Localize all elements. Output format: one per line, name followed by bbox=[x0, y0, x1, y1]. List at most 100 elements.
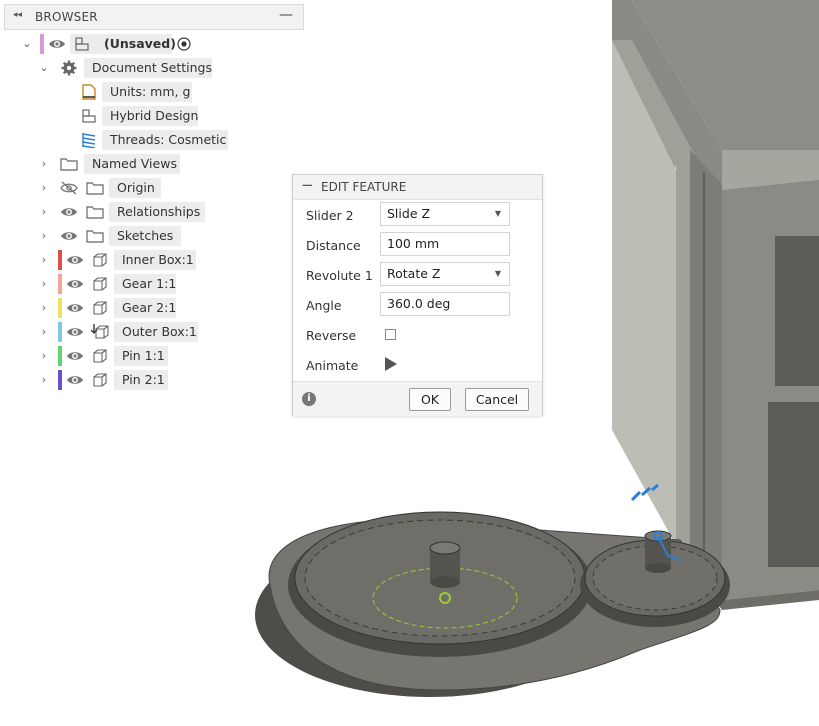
component-icon bbox=[93, 301, 107, 315]
tree-label-document-settings: Document Settings bbox=[84, 58, 212, 78]
tree-label-gear-2: Gear 2:1 bbox=[114, 298, 176, 318]
hybrid-design-icon bbox=[82, 109, 96, 123]
component-icon bbox=[93, 349, 107, 363]
eye-icon[interactable] bbox=[66, 301, 84, 315]
chevron-down-icon[interactable]: ⌄ bbox=[22, 33, 32, 55]
revolute-label: Revolute 1 bbox=[306, 268, 373, 283]
folder-icon bbox=[86, 206, 104, 219]
edit-feature-dialog: − EDIT FEATURE Slider 2 Slide Z ▼ Distan… bbox=[292, 174, 543, 416]
dropdown-arrow-icon: ▼ bbox=[494, 209, 501, 218]
animate-label: Animate bbox=[306, 358, 359, 373]
dialog-footer: i OK Cancel bbox=[293, 381, 542, 416]
chevron-right-icon[interactable]: › bbox=[39, 273, 49, 295]
angle-input[interactable]: 360.0 deg bbox=[380, 292, 510, 316]
distance-input[interactable]: 100 mm bbox=[380, 232, 510, 256]
eye-icon[interactable] bbox=[48, 37, 66, 51]
slider-label: Slider 2 bbox=[306, 208, 354, 223]
component-color-bar bbox=[58, 298, 62, 318]
slider-select-value: Slide Z bbox=[387, 206, 431, 221]
tree-row-threads[interactable]: Threads: Cosmetic bbox=[0, 129, 230, 151]
hybrid-design-icon bbox=[75, 37, 89, 51]
tree-label-sketches: Sketches bbox=[109, 226, 181, 246]
tree-row-document-settings[interactable]: ⌄ Document Settings bbox=[0, 57, 214, 79]
pin-1[interactable] bbox=[429, 541, 461, 588]
browser-title: BROWSER bbox=[35, 10, 98, 24]
folder-icon bbox=[86, 182, 104, 195]
chevron-right-icon[interactable]: › bbox=[39, 345, 49, 367]
eye-icon[interactable] bbox=[66, 349, 84, 363]
reverse-checkbox[interactable] bbox=[385, 329, 396, 340]
collapse-dialog-icon[interactable]: − bbox=[301, 176, 314, 194]
chevron-right-icon[interactable]: › bbox=[39, 321, 49, 343]
chevron-right-icon[interactable]: › bbox=[39, 177, 49, 199]
tree-row-gear-1[interactable]: › Gear 1:1 bbox=[0, 273, 178, 295]
tree-row-named-views[interactable]: › Named Views bbox=[0, 153, 182, 175]
slider-select[interactable]: Slide Z ▼ bbox=[380, 202, 510, 226]
tree-label-pin-1: Pin 1:1 bbox=[114, 346, 168, 366]
chevron-right-icon[interactable]: › bbox=[39, 249, 49, 271]
chevron-down-icon[interactable]: ⌄ bbox=[39, 57, 49, 79]
outer-box-window-lower bbox=[768, 402, 819, 567]
chevron-right-icon[interactable]: › bbox=[39, 153, 49, 175]
tree-row-inner-box[interactable]: › Inner Box:1 bbox=[0, 249, 198, 271]
eye-icon[interactable] bbox=[66, 325, 84, 339]
root-color-bar bbox=[40, 34, 44, 54]
chevron-right-icon[interactable]: › bbox=[39, 201, 49, 223]
eye-icon[interactable] bbox=[66, 253, 84, 267]
tree-label-outer-box: Outer Box:1 bbox=[114, 322, 198, 342]
eye-icon[interactable] bbox=[60, 229, 78, 243]
chevron-right-icon[interactable]: › bbox=[39, 297, 49, 319]
info-icon[interactable]: i bbox=[302, 392, 316, 406]
tree-row-pin-1[interactable]: › Pin 1:1 bbox=[0, 345, 170, 367]
tree-row-gear-2[interactable]: › Gear 2:1 bbox=[0, 297, 178, 319]
threads-icon bbox=[82, 133, 96, 148]
grounded-component-icon bbox=[91, 324, 109, 339]
tree-row-hybrid-design[interactable]: Hybrid Design bbox=[0, 105, 200, 127]
chevron-right-icon[interactable]: › bbox=[39, 369, 49, 391]
dropdown-arrow-icon: ▼ bbox=[494, 269, 501, 278]
tree-row-units[interactable]: Units: mm, g bbox=[0, 81, 194, 103]
tree-label-hybrid-design: Hybrid Design bbox=[102, 106, 198, 126]
tree-label-relationships: Relationships bbox=[109, 202, 205, 222]
play-icon[interactable] bbox=[385, 357, 397, 371]
tree-row-pin-2[interactable]: › Pin 2:1 bbox=[0, 369, 170, 391]
revolute-select[interactable]: Rotate Z ▼ bbox=[380, 262, 510, 286]
document-icon bbox=[82, 84, 96, 100]
outer-box-window-upper bbox=[775, 236, 819, 386]
inner-box-side bbox=[690, 150, 722, 600]
gear-icon bbox=[61, 60, 77, 76]
tree-row-root[interactable]: ⌄ (Unsaved) bbox=[0, 33, 210, 55]
tree-label-pin-2: Pin 2:1 bbox=[114, 370, 168, 390]
component-color-bar bbox=[58, 346, 62, 366]
distance-label: Distance bbox=[306, 238, 361, 253]
activate-radio-icon[interactable] bbox=[177, 37, 191, 51]
tree-label-gear-1: Gear 1:1 bbox=[114, 274, 176, 294]
tree-label-threads: Threads: Cosmetic bbox=[102, 130, 228, 150]
tree-label-origin: Origin bbox=[109, 178, 161, 198]
dialog-header: − EDIT FEATURE bbox=[293, 175, 542, 200]
cancel-button[interactable]: Cancel bbox=[465, 388, 529, 411]
eye-icon[interactable] bbox=[66, 373, 84, 387]
component-color-bar bbox=[58, 370, 62, 390]
tree-row-sketches[interactable]: › Sketches bbox=[0, 225, 182, 247]
collapse-browser-icon[interactable]: ◂◂ bbox=[13, 10, 22, 20]
angle-label: Angle bbox=[306, 298, 342, 313]
component-icon bbox=[93, 373, 107, 387]
eye-hidden-icon[interactable] bbox=[60, 181, 78, 195]
component-color-bar bbox=[58, 274, 62, 294]
tree-label-units: Units: mm, g bbox=[102, 82, 192, 102]
tree-row-outer-box[interactable]: › Outer Box:1 bbox=[0, 321, 200, 343]
eye-icon[interactable] bbox=[66, 277, 84, 291]
dialog-title: EDIT FEATURE bbox=[321, 180, 407, 194]
eye-icon[interactable] bbox=[60, 205, 78, 219]
folder-icon bbox=[86, 230, 104, 243]
minimize-browser-icon[interactable]: — bbox=[279, 7, 293, 23]
tree-label-inner-box: Inner Box:1 bbox=[114, 250, 196, 270]
ok-button[interactable]: OK bbox=[409, 388, 451, 411]
tree-row-origin[interactable]: › Origin bbox=[0, 177, 162, 199]
component-icon bbox=[93, 277, 107, 291]
chevron-right-icon[interactable]: › bbox=[39, 225, 49, 247]
tree-row-relationships[interactable]: › Relationships bbox=[0, 201, 206, 223]
component-color-bar bbox=[58, 322, 62, 342]
tree-label-named-views: Named Views bbox=[84, 154, 180, 174]
